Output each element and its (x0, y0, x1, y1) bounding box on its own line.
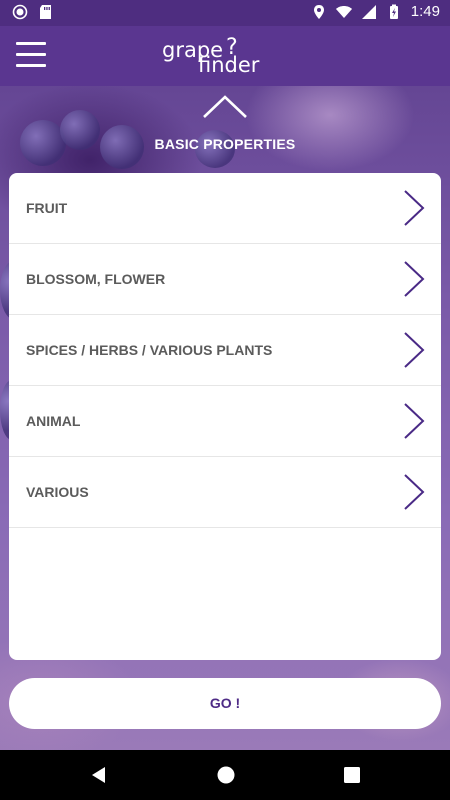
hamburger-menu-icon[interactable] (16, 42, 46, 70)
list-item-label: FRUIT (26, 200, 68, 216)
location-pin-icon (313, 4, 324, 19)
sd-card-icon (40, 5, 51, 19)
list-item-spices-herbs-plants[interactable]: SPICES / HERBS / VARIOUS PLANTS (9, 315, 441, 386)
recents-icon[interactable] (343, 766, 361, 784)
list-item-label: BLOSSOM, FLOWER (26, 271, 166, 287)
back-icon[interactable] (89, 765, 109, 785)
logo-text-finder: finder (198, 53, 260, 77)
status-bar: 1:49 (0, 0, 450, 26)
wifi-icon (335, 5, 352, 18)
list-item-fruit[interactable]: FRUIT (9, 173, 441, 244)
list-item-various[interactable]: VARIOUS (9, 457, 441, 528)
chevron-up-icon[interactable] (201, 92, 249, 120)
chevron-right-icon (404, 261, 425, 297)
list-item-blossom-flower[interactable]: BLOSSOM, FLOWER (9, 244, 441, 315)
app-header: grape ? finder (0, 26, 450, 86)
clock-time: 1:49 (410, 3, 440, 20)
navigation-bar (0, 750, 450, 800)
app-screen: 1:49 grape ? finder BASIC PROPERTIES FRU… (0, 0, 450, 800)
grapefinder-logo: grape ? finder (162, 37, 292, 78)
list-item-label: SPICES / HERBS / VARIOUS PLANTS (26, 342, 273, 358)
chevron-right-icon (404, 190, 425, 226)
list-item-animal[interactable]: ANIMAL (9, 386, 441, 457)
home-icon[interactable] (216, 765, 236, 785)
list-item-label: ANIMAL (26, 413, 81, 429)
chevron-right-icon (404, 474, 425, 510)
chevron-right-icon (404, 332, 425, 368)
cellular-signal-icon (361, 4, 376, 19)
section-title: BASIC PROPERTIES (154, 136, 296, 152)
circle-notification-icon (12, 4, 28, 20)
chevron-right-icon (404, 403, 425, 439)
property-list: FRUIT BLOSSOM, FLOWER SPICES / HERBS / V… (9, 173, 441, 660)
list-item-label: VARIOUS (26, 484, 89, 500)
battery-charging-icon (389, 4, 398, 19)
go-button[interactable]: GO ! (9, 678, 441, 729)
